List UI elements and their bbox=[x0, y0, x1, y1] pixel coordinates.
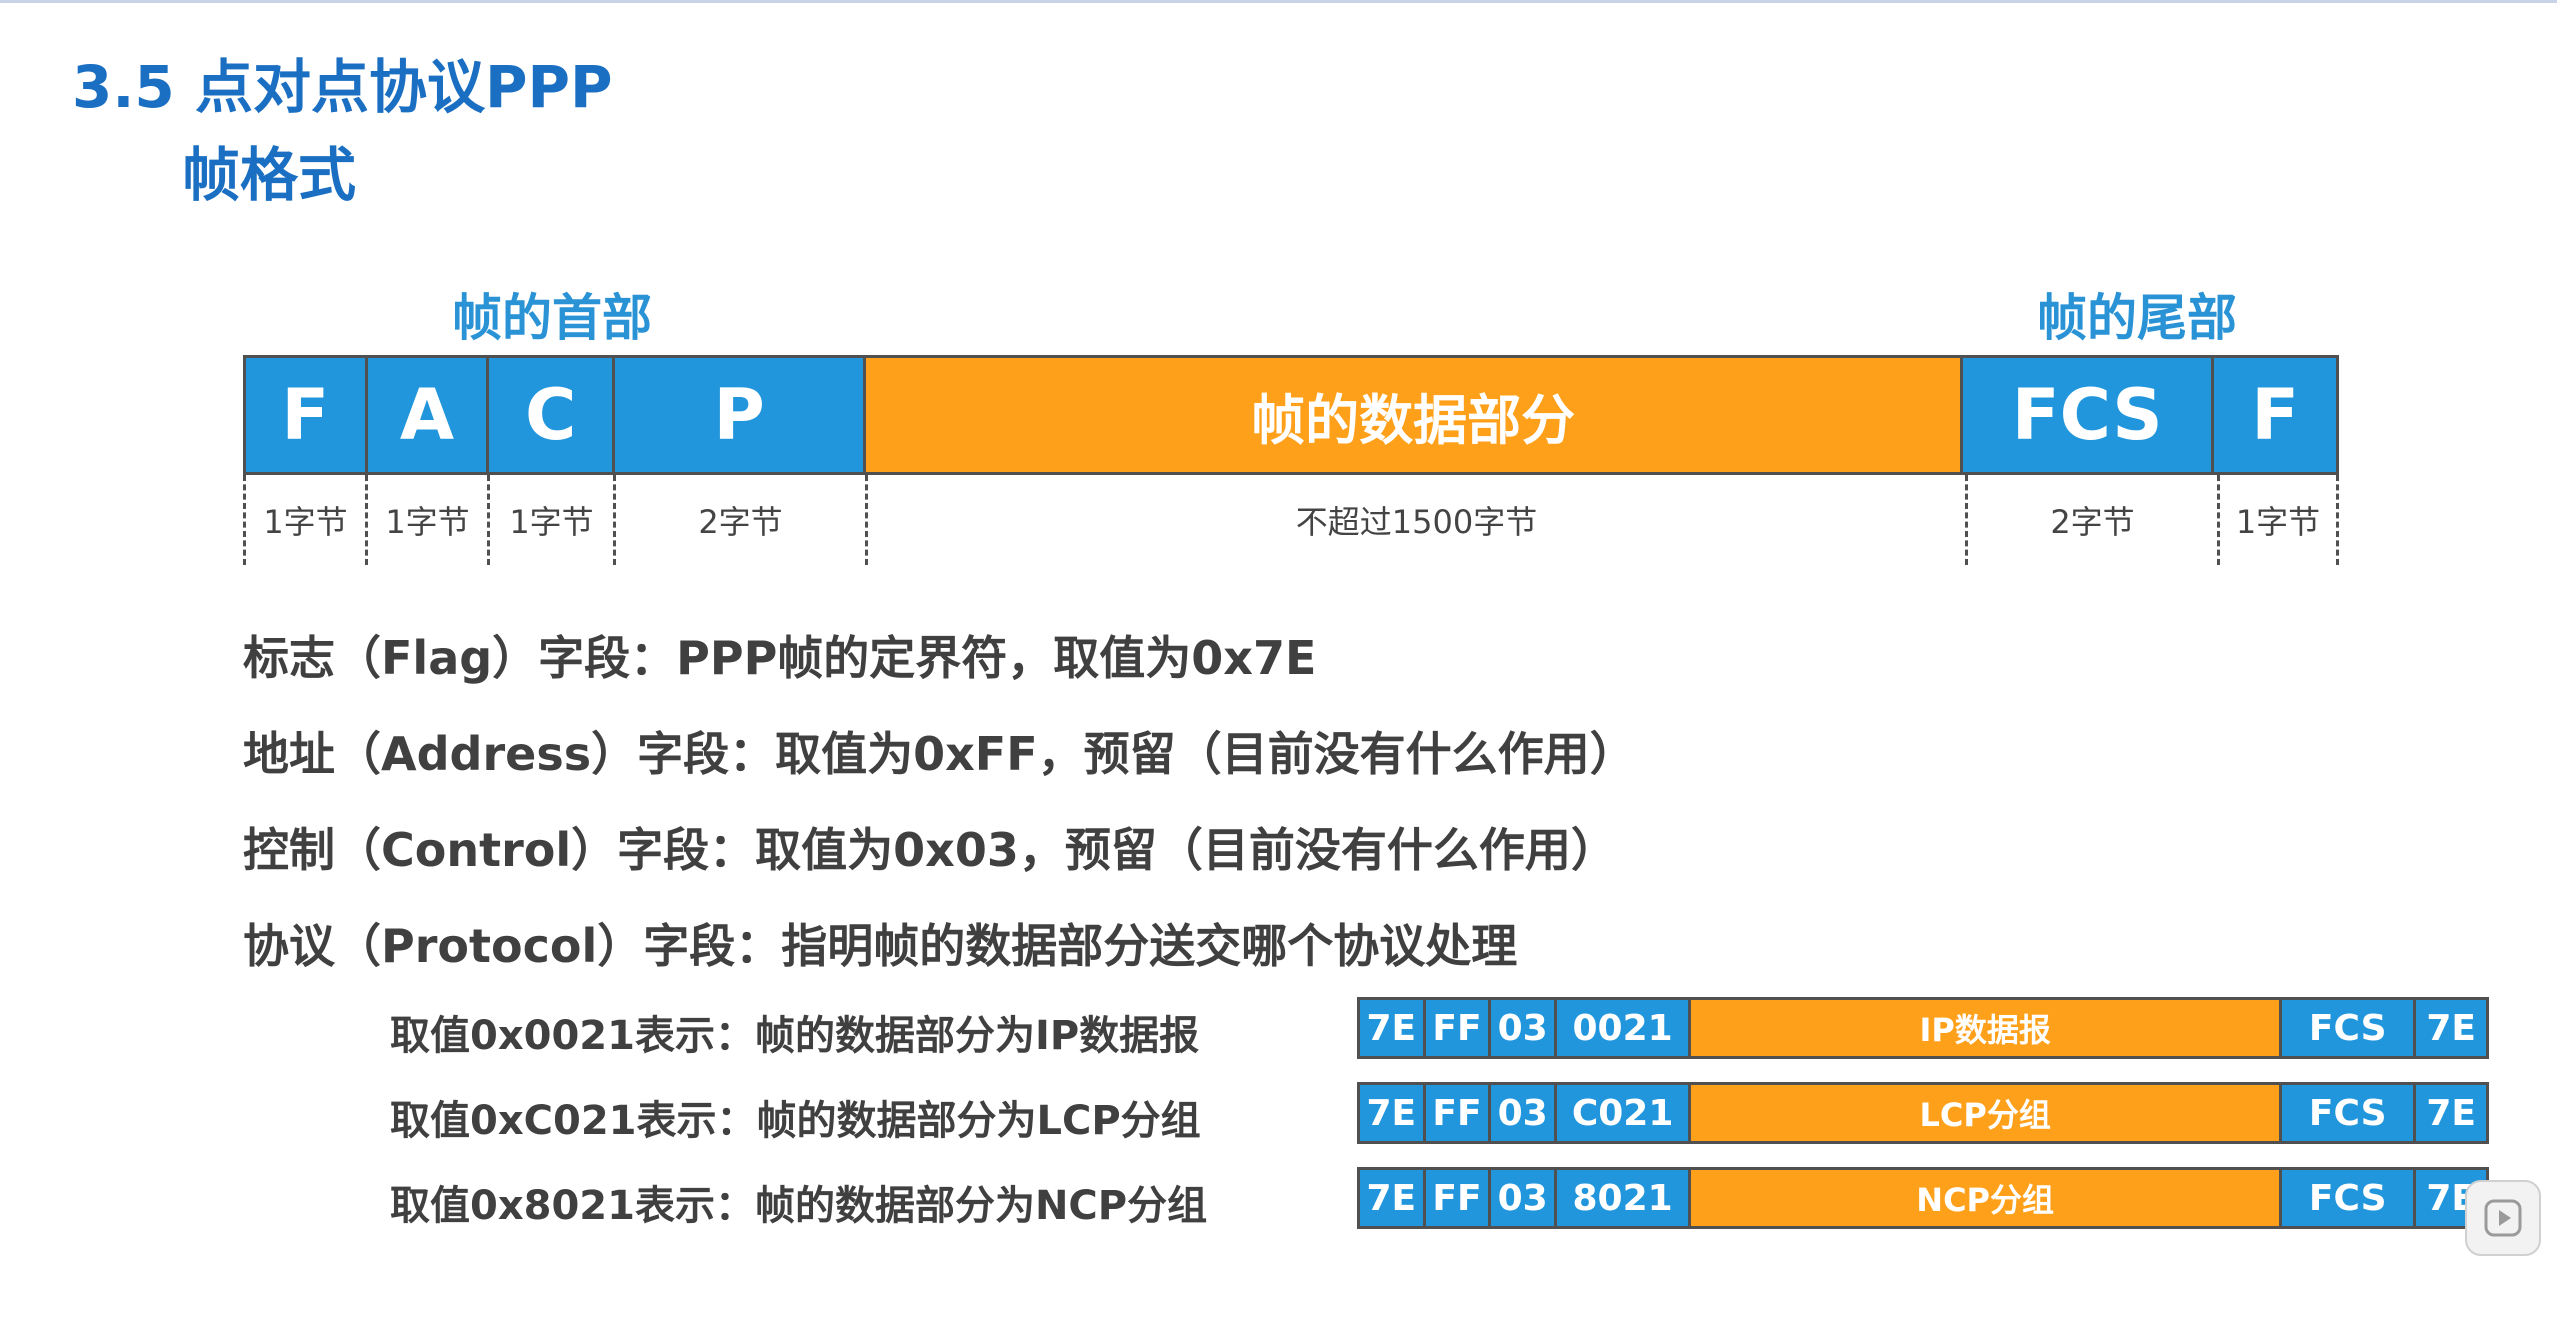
size-control: 1字节 bbox=[487, 475, 613, 565]
field-control: C bbox=[489, 358, 615, 472]
mini-control: 03 bbox=[1491, 1085, 1557, 1141]
mini-flag-end: 7E bbox=[2416, 1000, 2486, 1056]
mini-flag-start: 7E bbox=[1360, 1000, 1426, 1056]
mini-fcs: FCS bbox=[2282, 1085, 2417, 1141]
mini-data: IP数据报 bbox=[1691, 1000, 2283, 1056]
desc-control: 控制（Control）字段：取值为0x03，预留（目前没有什么作用） bbox=[243, 823, 1617, 877]
video-player-button[interactable] bbox=[2465, 1180, 2541, 1256]
play-icon bbox=[2484, 1199, 2522, 1237]
mini-control: 03 bbox=[1491, 1000, 1557, 1056]
frame-trailer-label: 帧的尾部 bbox=[2037, 289, 2237, 347]
mini-flag-start: 7E bbox=[1360, 1170, 1426, 1226]
slide-subtitle: 帧格式 bbox=[182, 141, 357, 209]
example-lcp-text: 取值0xC021表示：帧的数据部分为LCP分组 bbox=[390, 1098, 1201, 1144]
top-divider bbox=[0, 0, 2557, 3]
size-flag-end: 1字节 bbox=[2217, 475, 2339, 565]
mini-data: LCP分组 bbox=[1691, 1085, 2283, 1141]
frame-header-label: 帧的首部 bbox=[452, 289, 652, 347]
slide-title: 3.5 点对点协议PPP bbox=[72, 53, 613, 121]
example-ip-frame: 7E FF 03 0021 IP数据报 FCS 7E bbox=[1357, 997, 2489, 1059]
desc-protocol: 协议（Protocol）字段：指明帧的数据部分送交哪个协议处理 bbox=[243, 919, 1518, 973]
mini-address: FF bbox=[1425, 1000, 1492, 1056]
mini-address: FF bbox=[1425, 1170, 1492, 1226]
field-address: A bbox=[367, 358, 490, 472]
example-lcp-frame: 7E FF 03 C021 LCP分组 FCS 7E bbox=[1357, 1082, 2489, 1144]
ppp-frame-diagram: F A C P 帧的数据部分 FCS F bbox=[243, 355, 2339, 475]
field-protocol: P bbox=[614, 358, 867, 472]
size-fcs: 2字节 bbox=[1965, 475, 2217, 565]
mini-control: 03 bbox=[1491, 1170, 1557, 1226]
mini-protocol: 0021 bbox=[1556, 1000, 1692, 1056]
field-data: 帧的数据部分 bbox=[866, 358, 1964, 472]
field-fcs: FCS bbox=[1963, 358, 2215, 472]
mini-fcs: FCS bbox=[2282, 1000, 2417, 1056]
size-flag-start: 1字节 bbox=[243, 475, 365, 565]
mini-address: FF bbox=[1425, 1085, 1492, 1141]
field-flag-end: F bbox=[2214, 358, 2336, 472]
mini-data: NCP分组 bbox=[1691, 1170, 2283, 1226]
field-flag-start: F bbox=[246, 358, 368, 472]
desc-flag: 标志（Flag）字段：PPP帧的定界符，取值为0x7E bbox=[243, 631, 1317, 685]
example-ip-text: 取值0x0021表示：帧的数据部分为IP数据报 bbox=[390, 1013, 1200, 1059]
desc-address: 地址（Address）字段：取值为0xFF，预留（目前没有什么作用） bbox=[243, 727, 1636, 781]
mini-protocol: C021 bbox=[1556, 1085, 1692, 1141]
field-sizes-row: 1字节 1字节 1字节 2字节 不超过1500字节 2字节 1字节 bbox=[243, 475, 2339, 565]
mini-protocol: 8021 bbox=[1556, 1170, 1692, 1226]
example-ncp-frame: 7E FF 03 8021 NCP分组 FCS 7E bbox=[1357, 1167, 2489, 1229]
mini-flag-end: 7E bbox=[2416, 1085, 2486, 1141]
mini-fcs: FCS bbox=[2282, 1170, 2417, 1226]
size-data: 不超过1500字节 bbox=[865, 475, 1965, 565]
example-ncp-text: 取值0x8021表示：帧的数据部分为NCP分组 bbox=[390, 1183, 1208, 1229]
size-address: 1字节 bbox=[365, 475, 487, 565]
mini-flag-start: 7E bbox=[1360, 1085, 1426, 1141]
size-protocol: 2字节 bbox=[613, 475, 865, 565]
